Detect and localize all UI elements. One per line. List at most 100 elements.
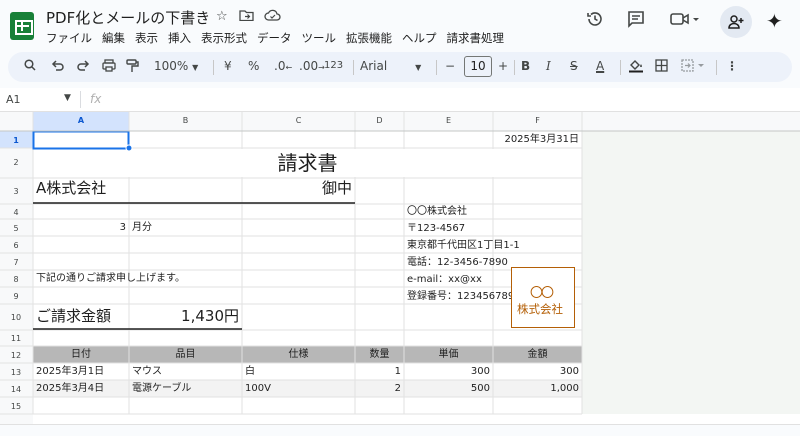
row-header-6[interactable]: 6 [0,241,32,250]
document-title[interactable]: PDF化とメールの下書き [46,7,210,28]
gemini-icon[interactable]: ✦ [766,9,783,33]
row-header-13[interactable]: 13 [0,368,32,377]
billing-month-number: 3 [119,222,126,233]
table-header-date: 日付 [71,349,91,360]
menu-view[interactable]: 表示 [135,30,166,46]
increase-decimal-button[interactable]: .00→ [299,59,325,73]
menu-edit[interactable]: 編集 [102,30,133,46]
more-options-icon[interactable]: ⋮ [726,59,738,73]
table-cell: マウス [132,366,162,377]
seal-text: 株式会社 [517,302,563,316]
issuer-postal: 〒123-4567 [407,223,466,234]
menu-invoice-processing[interactable]: 請求書処理 [447,30,513,46]
column-header-d[interactable]: D [355,116,404,125]
font-size-input[interactable]: 10 [464,56,492,77]
currency-format-button[interactable]: ¥ [224,59,232,73]
menu-extensions[interactable]: 拡張機能 [346,30,400,46]
invoice-date: 2025年3月31日 [504,134,579,145]
menu-format[interactable]: 表示形式 [201,30,255,46]
number-format-button[interactable]: 123 [324,60,343,71]
paint-format-icon[interactable] [126,59,139,76]
percent-format-button[interactable]: % [248,59,259,73]
row-header-5[interactable]: 5 [0,224,32,233]
table-header-amount: 金額 [527,349,548,360]
sheet-tabs-bar [0,424,800,436]
table-cell: 100V [245,383,271,394]
decrease-decimal-button[interactable]: .0← [274,59,292,73]
share-button[interactable] [720,6,752,38]
row-header-12[interactable]: 12 [0,351,32,360]
fx-icon: fx [90,92,102,106]
company-seal-image[interactable]: 〇〇 株式会社 [511,267,575,328]
row-header-10[interactable]: 10 [0,313,32,322]
column-header-f[interactable]: F [493,116,582,125]
bold-button[interactable]: B [521,59,530,73]
redo-icon[interactable] [77,59,90,74]
column-header-e[interactable]: E [404,116,493,125]
table-cell: 1,000 [550,383,579,394]
toolbar: 100% ▼ ¥ % .0← .00→ 123 Arial ▼ − 10 + B … [8,52,792,82]
font-family-select[interactable]: Arial ▼ [360,59,421,73]
increase-font-size-button[interactable]: + [498,59,508,73]
move-folder-icon[interactable] [239,9,254,25]
column-header-b[interactable]: B [129,116,242,125]
issuer-email: e-mail：xx@xx [407,274,482,285]
table-cell: 電源ケーブル [132,383,192,394]
seal-circles: 〇〇 [530,286,554,301]
column-header-c[interactable]: C [242,116,355,125]
client-name: A株式会社 [36,179,107,197]
table-header-spec: 仕様 [288,349,309,360]
comments-icon[interactable] [627,10,645,32]
menu-help[interactable]: ヘルプ [402,30,445,46]
row-header-11[interactable]: 11 [0,334,32,343]
amount-label: ご請求金額 [36,307,112,325]
name-box[interactable]: A1 [6,93,21,106]
search-menus-icon[interactable] [24,59,36,74]
name-box-dropdown-icon[interactable]: ▼ [64,93,71,103]
row-header-15[interactable]: 15 [0,402,32,411]
sheets-logo-icon[interactable] [10,12,34,40]
menu-data[interactable]: データ [257,30,300,46]
row-header-14[interactable]: 14 [0,385,32,394]
row-header-9[interactable]: 9 [0,292,32,301]
table-cell: 1 [394,366,401,377]
print-icon[interactable] [102,59,116,75]
version-history-icon[interactable] [586,10,604,32]
menu-insert[interactable]: 挿入 [168,30,199,46]
spreadsheet-grid[interactable]: A B C D E F 1 2 3 4 5 6 7 8 9 10 11 12 1… [0,112,800,424]
table-cell: 2 [394,383,401,394]
star-icon[interactable]: ☆ [216,9,228,24]
italic-button[interactable]: I [546,59,551,73]
client-honorific: 御中 [321,179,352,197]
cloud-saved-icon[interactable] [264,9,281,25]
add-person-icon [728,15,744,29]
strikethrough-button[interactable]: S [570,59,578,73]
borders-icon[interactable] [655,59,668,75]
menu-tools[interactable]: ツール [302,30,345,46]
spreadsheet-app: PDF化とメールの下書き ☆ ファイル 編集 表示 挿入 表示形式 データ ツー… [0,0,800,436]
menu-file[interactable]: ファイル [46,30,100,46]
table-cell: 300 [470,366,490,377]
billing-month-label: 月分 [132,222,152,233]
row-header-3[interactable]: 3 [0,187,32,196]
column-header-a[interactable]: A [33,116,129,125]
row-header-8[interactable]: 8 [0,275,32,284]
issuer-phone: 電話：12-3456-7890 [407,257,508,268]
invoice-message: 下記の通りご請求申し上げます。 [36,273,185,284]
zoom-select[interactable]: 100% ▼ [154,59,198,73]
row-header-2[interactable]: 2 [0,158,32,167]
text-color-button[interactable]: A [596,59,604,73]
merge-cells-icon[interactable] [681,59,707,75]
table-header-item: 品目 [175,349,196,360]
meet-icon[interactable] [670,10,700,32]
issuer-address: 東京都千代田区1丁目1-1 [407,240,520,251]
table-cell: 2025年3月1日 [36,366,105,377]
fill-color-icon[interactable] [628,59,644,76]
row-header-1[interactable]: 1 [0,136,32,145]
amount-value: 1,430円 [181,307,239,325]
decrease-font-size-button[interactable]: − [445,59,455,73]
undo-icon[interactable] [51,59,64,74]
table-header-unit-price: 単価 [438,349,459,360]
row-header-7[interactable]: 7 [0,258,32,267]
row-header-4[interactable]: 4 [0,208,32,217]
